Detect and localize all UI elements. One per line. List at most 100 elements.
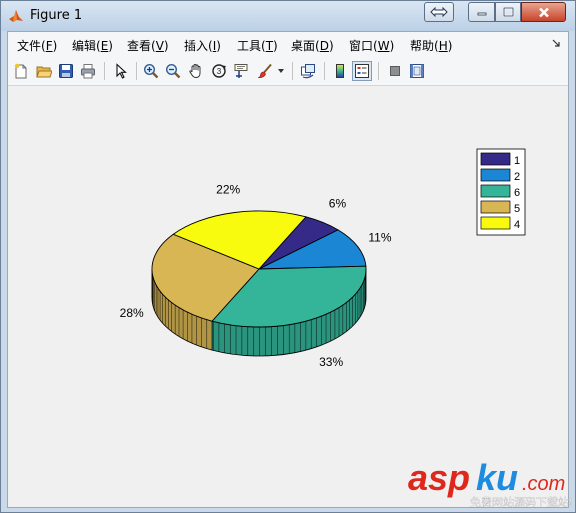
minimize-icon [477,12,486,16]
insert-legend-button[interactable] [352,61,372,81]
watermark-brand-icon: asp ku .com 免费网站源码下载站! [408,457,572,509]
legend-swatch-6 [480,184,511,198]
close-icon [538,7,549,17]
watermark-caption: 免费网站源码下载站! [470,495,572,509]
menu-desktop-key: D [319,39,329,53]
rotate-3d-icon: 3 [212,64,226,78]
matlab-logo-icon [9,10,23,22]
brush-dropdown[interactable] [276,61,286,81]
link-plot-icon [301,64,315,79]
pie-percent-label-6: 33% [319,355,343,369]
zoom-out-button[interactable] [163,61,183,81]
menu-window[interactable]: 窗口(W) [349,37,394,54]
hide-plot-tools-button[interactable] [385,61,405,81]
window-client-area: 文件(F) 编辑(E) 查看(V) 插入(I) 工具(T) 桌面(D) 窗口(W… [7,31,572,509]
menu-tools-label: 工具( [237,39,266,53]
show-plot-tools-icon [410,64,424,78]
title-bar[interactable]: Figure 1 [1,1,575,31]
new-figure-icon [14,63,27,79]
menu-desktop-end: ) [328,39,334,53]
chart-legend[interactable]: 1 2 6 5 4 [476,148,526,236]
menu-tools-key: T [265,39,274,53]
show-plot-tools-button[interactable] [407,61,427,81]
brush-button[interactable] [255,61,275,81]
menu-window-end: ) [389,39,395,53]
window-title: Figure 1 [30,8,83,23]
data-cursor-button[interactable] [231,61,251,81]
svg-text:3: 3 [217,67,222,76]
dock-arrows-icon [430,7,448,17]
menu-overflow-arrow-icon[interactable] [552,39,560,47]
menu-insert-end: ) [216,39,221,53]
menu-window-label: 窗口( [349,39,378,53]
colorbar-icon [336,64,344,78]
pan-hand-icon [189,64,201,78]
legend-label-5: 5 [514,203,520,215]
new-figure-button[interactable] [11,61,31,81]
link-plot-button[interactable] [298,61,318,81]
menu-view-label: 查看( [127,39,156,53]
pie-percent-label-4: 22% [216,182,240,196]
figure-toolbar: 3 [8,57,568,86]
open-file-button[interactable] [34,61,54,81]
menu-tools[interactable]: 工具(T) [237,37,278,54]
toolbar-separator [378,62,379,80]
menu-view-end: ) [163,39,169,53]
menu-help-key: H [438,39,448,53]
watermark-brand-accent: ku [476,457,518,498]
maximize-icon [502,7,514,17]
menu-bar: 文件(F) 编辑(E) 查看(V) 插入(I) 工具(T) 桌面(D) 窗口(W… [8,32,568,58]
pie-chart: 6% 11% 33% 28% 22% 1 2 6 5 4 [120,148,526,369]
rotate-3d-button[interactable]: 3 [209,61,229,81]
menu-view-key: V [155,39,164,53]
menu-file-end: ) [52,39,58,53]
close-button[interactable] [521,2,566,22]
menu-desktop[interactable]: 桌面(D) [291,37,334,54]
toolbar-separator [292,62,293,80]
print-button[interactable] [78,61,98,81]
menu-help-end: ) [447,39,453,53]
menu-insert[interactable]: 插入(I) [184,37,221,54]
pie-percent-label-2: 11% [368,230,391,244]
legend-icon [355,64,369,78]
menu-edit-end: ) [108,39,113,53]
menu-edit[interactable]: 编辑(E) [72,37,113,54]
menu-insert-label: 插入( [184,39,213,53]
pie-percent-label-1: 6% [329,196,347,210]
watermark-brand-suffix: .com [522,473,565,495]
dock-button[interactable] [424,2,454,22]
zoom-out-icon [165,63,181,79]
menu-edit-label: 编辑( [72,39,101,53]
legend-swatch-2 [480,168,511,182]
toolbar-separator [104,62,105,80]
maximize-button[interactable] [495,2,521,22]
toolbar-separator [136,62,137,80]
toolbar-separator [324,62,325,80]
insert-colorbar-button[interactable] [330,61,350,81]
pan-button[interactable] [186,61,206,81]
menu-view[interactable]: 查看(V) [127,37,169,54]
legend-label-1: 1 [514,155,520,167]
legend-swatch-5 [480,200,511,214]
figure-canvas[interactable]: 6% 11% 33% 28% 22% 1 2 6 5 4 asp ku .com 免费网站源码下… [8,86,572,509]
menu-file[interactable]: 文件(F) [17,37,57,54]
legend-label-6: 6 [514,187,520,199]
zoom-in-icon [143,63,159,79]
zoom-in-button[interactable] [141,61,161,81]
save-button[interactable] [56,61,76,81]
legend-label-4: 4 [514,219,520,231]
menu-desktop-label: 桌面( [291,39,320,53]
save-icon [59,64,73,78]
watermark-logo: asp ku .com 免费网站源码下载站! [406,457,572,509]
edit-plot-button[interactable] [111,61,131,81]
menu-tools-end: ) [273,39,278,53]
pointer-icon [116,63,127,79]
legend-swatch-4 [480,216,511,230]
open-file-icon [36,66,52,78]
menu-window-key: W [377,39,390,53]
brush-icon [257,63,272,78]
menu-file-label: 文件( [17,39,46,53]
menu-help[interactable]: 帮助(H) [410,37,452,54]
minimize-button[interactable] [468,2,495,22]
data-cursor-icon [234,64,248,78]
